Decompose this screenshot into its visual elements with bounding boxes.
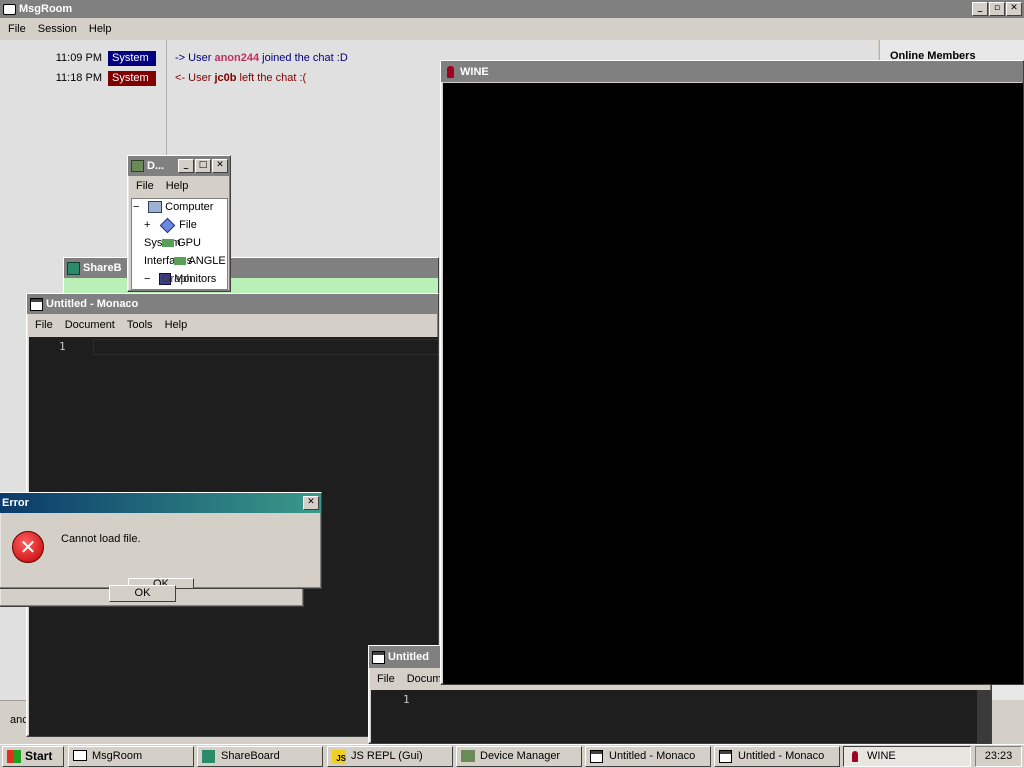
menu-file[interactable]: File [29,319,59,331]
msgroom-menubar: File Session Help [0,18,1024,40]
restore-button[interactable]: ▫ [989,2,1005,16]
taskbar-item-monaco-1[interactable]: Untitled - Monaco [585,746,711,767]
error-title: Error [2,497,29,509]
editor-scrollbar[interactable] [977,690,991,743]
chat-icon [73,750,87,761]
tree-item-graph[interactable]: Graph [162,273,193,285]
shareboard-icon [67,261,80,275]
monaco-titlebar[interactable]: Untitled - Monaco [27,294,438,314]
tree-item-file[interactable]: + File [144,217,197,233]
message-time: 11:18 PM [55,72,102,84]
menu-file[interactable]: File [371,673,401,685]
device-manager-title: D... [147,160,165,172]
minimize-button[interactable]: _ [972,2,988,16]
error-titlebar[interactable]: Error ✕ [0,493,321,513]
close-button[interactable]: ✕ [1006,2,1022,16]
tree-item-angle[interactable]: ANGLE [174,255,226,267]
wine-titlebar[interactable]: WINE [441,61,1023,82]
menu-help[interactable]: Help [83,23,118,35]
wine-window: WINE [440,60,1024,685]
code-editor-2[interactable]: 1 [371,690,991,743]
message-text: <- User jc0b left the chat :( [175,72,307,84]
system-badge: System [108,71,156,86]
menu-help[interactable]: Help [159,319,194,331]
msgroom-titlebar[interactable]: MsgRoom _ ▫ ✕ [0,0,1024,18]
monaco-icon [372,650,385,664]
taskbar-item-js-repl[interactable]: JS JS REPL (Gui) [327,746,453,767]
diamond-icon [159,217,176,233]
monaco-menubar: File Document Tools Help [27,314,438,336]
shareboard-icon [202,750,215,763]
device-manager-menubar: File Help [128,176,230,196]
device-manager-window: D... _ □ ✕ File Help − Computer + File S… [127,155,231,292]
current-line-highlight [93,339,438,355]
error-dialog: Error ✕ ✕ Cannot load file. OK [0,492,322,589]
taskbar-item-msgroom[interactable]: MsgRoom [68,746,194,767]
message-time: 11:09 PM [55,52,102,64]
shareboard-titlebar[interactable]: ShareB [64,258,438,278]
menu-tools[interactable]: Tools [121,319,159,331]
menu-file[interactable]: File [2,23,32,35]
wine-canvas[interactable] [443,83,1023,684]
message-text: -> User anon244 joined the chat :D [175,52,348,64]
tree-item-computer[interactable]: − Computer [133,201,213,214]
taskbar-item-shareboard[interactable]: ShareBoard [197,746,323,767]
wine-title: WINE [460,65,489,78]
menu-help[interactable]: Help [160,180,195,192]
shareboard-window: ShareB [63,257,439,297]
chat-icon [3,3,16,15]
menu-session[interactable]: Session [32,23,83,35]
start-button[interactable]: Start [2,746,64,767]
angle-icon [174,257,186,266]
computer-icon [148,201,163,214]
menu-document[interactable]: Document [59,319,121,331]
monaco-title: Untitled - Monaco [46,298,139,310]
tree-item-gpu[interactable]: GPU [162,237,201,249]
error-message: Cannot load file. [61,533,141,545]
taskbar-item-monaco-2[interactable]: Untitled - Monaco [714,746,840,767]
device-manager-icon [131,160,144,172]
taskbar-item-device-manager[interactable]: Device Manager [456,746,582,767]
close-button[interactable]: ✕ [303,496,319,510]
error-icon: ✕ [12,531,44,563]
username[interactable]: anon244 [214,52,259,64]
device-manager-icon [461,750,475,762]
wine-icon [447,65,454,78]
monaco-icon [590,750,603,763]
close-button[interactable]: ✕ [212,159,228,173]
minimize-button[interactable]: _ [178,159,194,173]
start-logo-icon [7,750,21,763]
js-icon: JS [332,750,346,764]
monaco-icon [30,297,43,311]
shareboard-canvas[interactable] [64,278,438,294]
system-tray-clock[interactable]: 23:23 [975,746,1022,767]
system-badge: System [108,51,156,66]
gpu-icon [162,239,174,248]
monaco-icon [719,750,732,763]
taskbar: Start MsgRoom ShareBoard JS JS REPL (Gui… [0,744,1024,768]
ok-button[interactable]: OK [109,585,176,602]
msgroom-title: MsgRoom [19,3,73,15]
username[interactable]: jc0b [214,72,236,84]
maximize-button[interactable]: □ [195,159,211,173]
line-number: 1 [59,340,66,353]
taskbar-item-wine[interactable]: WINE [843,746,971,767]
device-tree[interactable]: − Computer + File System GPU Interfaces … [131,198,228,290]
menu-file[interactable]: File [130,180,160,192]
device-manager-titlebar[interactable]: D... _ □ ✕ [128,156,230,176]
wine-icon [852,751,858,762]
line-number: 1 [403,693,410,706]
